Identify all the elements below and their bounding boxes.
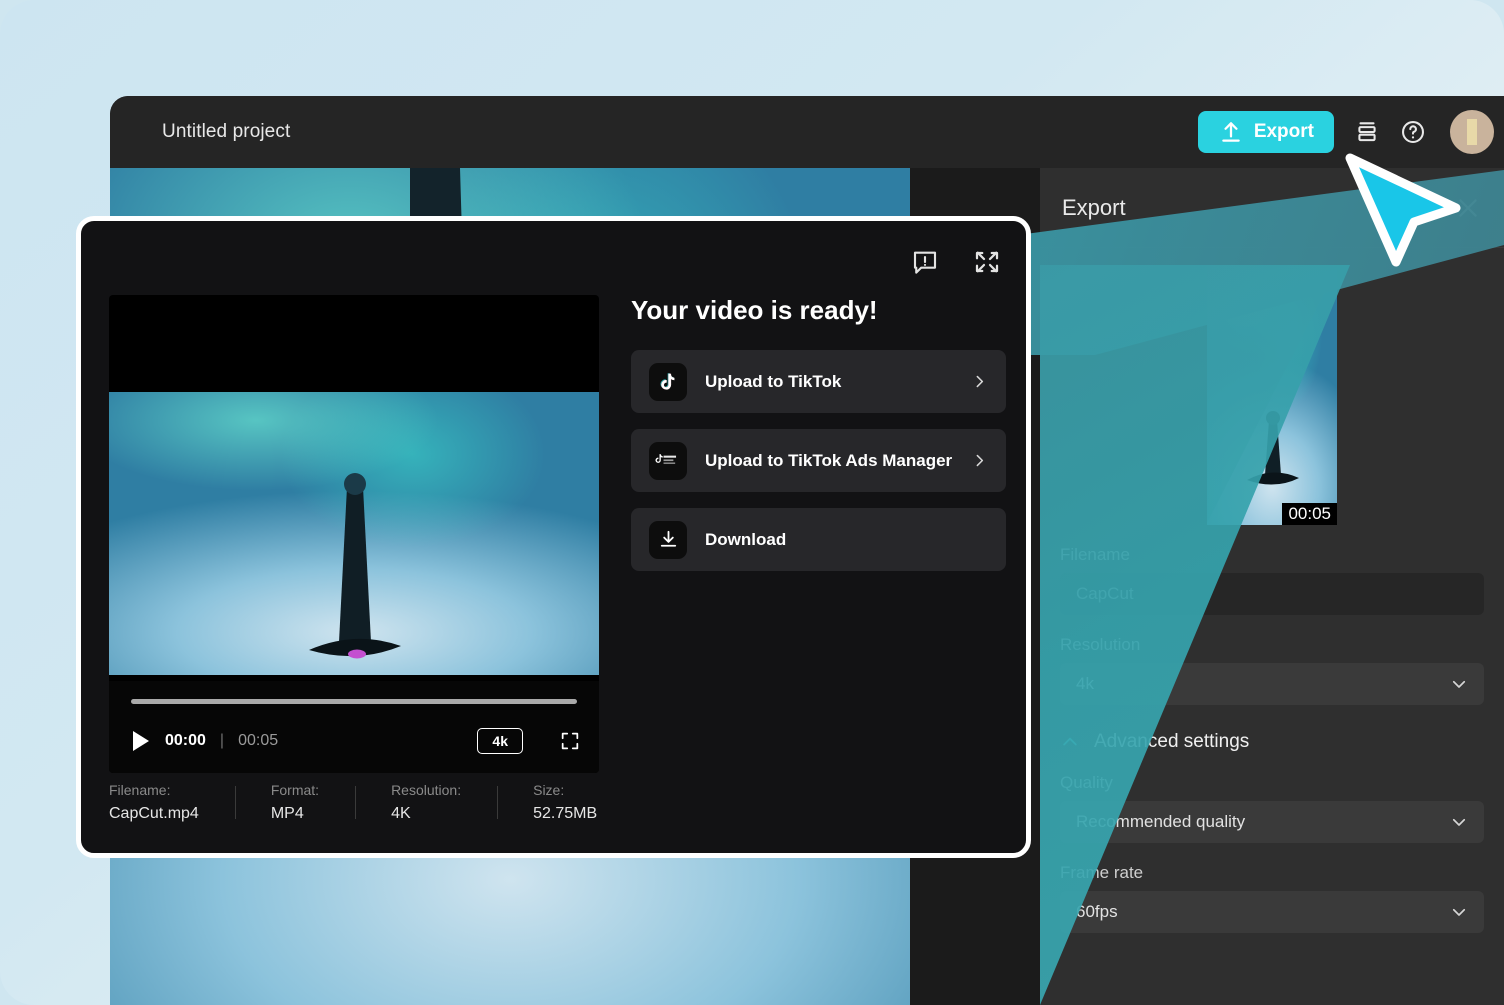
quality-value: Recommended quality: [1076, 812, 1245, 832]
advanced-settings-toggle[interactable]: Advanced settings: [1040, 731, 1504, 753]
download-button[interactable]: Download: [631, 508, 1006, 571]
export-panel-title: Export: [1062, 195, 1126, 221]
avatar[interactable]: [1450, 110, 1494, 154]
filename-field: Filename CapCut: [1040, 545, 1504, 615]
meta-value: 52.75MB: [533, 805, 597, 823]
meta-filename: Filename: CapCut.mp4: [109, 782, 235, 823]
export-panel-header: Export: [1040, 168, 1504, 248]
meta-key: Filename:: [109, 782, 199, 798]
quality-badge[interactable]: 4k: [477, 728, 523, 754]
chevron-down-icon: [1450, 675, 1468, 693]
player-controls: 00:00 | 00:05 4k: [131, 721, 581, 761]
quality-select[interactable]: Recommended quality: [1060, 801, 1484, 843]
resolution-value: 4k: [1076, 674, 1094, 694]
chevron-down-icon: [1450, 903, 1468, 921]
player-video-frame[interactable]: [109, 392, 599, 675]
total-duration: 00:05: [238, 732, 278, 750]
meta-key: Resolution:: [391, 782, 461, 798]
quality-field: Quality Recommended quality: [1040, 773, 1504, 843]
advanced-settings-label: Advanced settings: [1094, 731, 1249, 753]
meta-format: Format: MP4: [235, 782, 355, 823]
upload-icon: [1218, 119, 1244, 145]
upload-to-tiktok-button[interactable]: Upload to TikTok: [631, 350, 1006, 413]
thumbnail-duration: 00:05: [1282, 503, 1337, 525]
export-complete-modal: 00:00 | 00:05 4k Your video is ready!: [76, 216, 1031, 858]
quality-label: Quality: [1060, 773, 1484, 793]
layers-icon[interactable]: [1354, 119, 1380, 145]
export-thumbnail-wrap: 00:05: [1040, 248, 1504, 525]
framerate-value: 60fps: [1076, 902, 1118, 922]
close-icon[interactable]: [1454, 194, 1482, 222]
export-button-label: Export: [1254, 121, 1314, 143]
page-title: Untitled project: [162, 121, 290, 143]
collapse-icon[interactable]: [972, 247, 1002, 277]
player-figure: [109, 392, 599, 675]
export-button[interactable]: Export: [1198, 111, 1334, 153]
action-label: Upload to TikTok: [705, 372, 841, 392]
export-metadata: Filename: CapCut.mp4 Format: MP4 Resolut…: [109, 773, 998, 831]
meta-value: MP4: [271, 805, 319, 823]
titlebar-actions: Export: [1198, 110, 1504, 154]
app-titlebar: Untitled project Export: [110, 96, 1504, 168]
time-separator: |: [220, 732, 224, 750]
chevron-down-icon: [1450, 813, 1468, 831]
question-circle-icon[interactable]: [1400, 119, 1426, 145]
feedback-icon[interactable]: [910, 247, 940, 277]
tiktok-icon: [649, 363, 687, 401]
upload-to-tiktok-ads-manager-button[interactable]: Upload to TikTok Ads Manager: [631, 429, 1006, 492]
chevron-right-icon: [971, 452, 988, 469]
export-thumbnail: 00:05: [1207, 270, 1337, 525]
resolution-field: Resolution 4k: [1040, 635, 1504, 705]
meta-key: Size:: [533, 782, 597, 798]
fullscreen-icon[interactable]: [559, 730, 581, 752]
current-time: 00:00: [165, 732, 206, 750]
play-icon[interactable]: [131, 730, 151, 752]
chevron-up-icon: [1060, 732, 1080, 752]
modal-actions-column: Your video is ready! Upload to TikTok: [631, 295, 1006, 587]
action-label: Upload to TikTok Ads Manager: [705, 451, 952, 471]
tiktok-business-icon: [649, 442, 687, 480]
filename-label: Filename: [1060, 545, 1484, 565]
framerate-field: Frame rate 60fps: [1040, 863, 1504, 933]
player-controls-bar: 00:00 | 00:05 4k: [109, 681, 599, 773]
chevron-right-icon: [971, 373, 988, 390]
meta-value: 4K: [391, 805, 461, 823]
meta-value: CapCut.mp4: [109, 805, 199, 823]
resolution-select[interactable]: 4k: [1060, 663, 1484, 705]
meta-size: Size: 52.75MB: [497, 782, 633, 823]
meta-key: Format:: [271, 782, 319, 798]
framerate-label: Frame rate: [1060, 863, 1484, 883]
modal-heading: Your video is ready!: [631, 295, 1006, 326]
export-panel: Export 00:05 Filename CapCut: [1040, 168, 1504, 1005]
meta-resolution: Resolution: 4K: [355, 782, 497, 823]
filename-value: CapCut: [1076, 584, 1134, 604]
framerate-select[interactable]: 60fps: [1060, 891, 1484, 933]
modal-icon-group: [910, 247, 1002, 277]
video-player: 00:00 | 00:05 4k: [109, 295, 599, 773]
progress-bar[interactable]: [131, 699, 577, 704]
filename-input[interactable]: CapCut: [1060, 573, 1484, 615]
action-label: Download: [705, 530, 786, 550]
thumb-figure: [1207, 270, 1337, 525]
download-icon: [649, 521, 687, 559]
resolution-label: Resolution: [1060, 635, 1484, 655]
